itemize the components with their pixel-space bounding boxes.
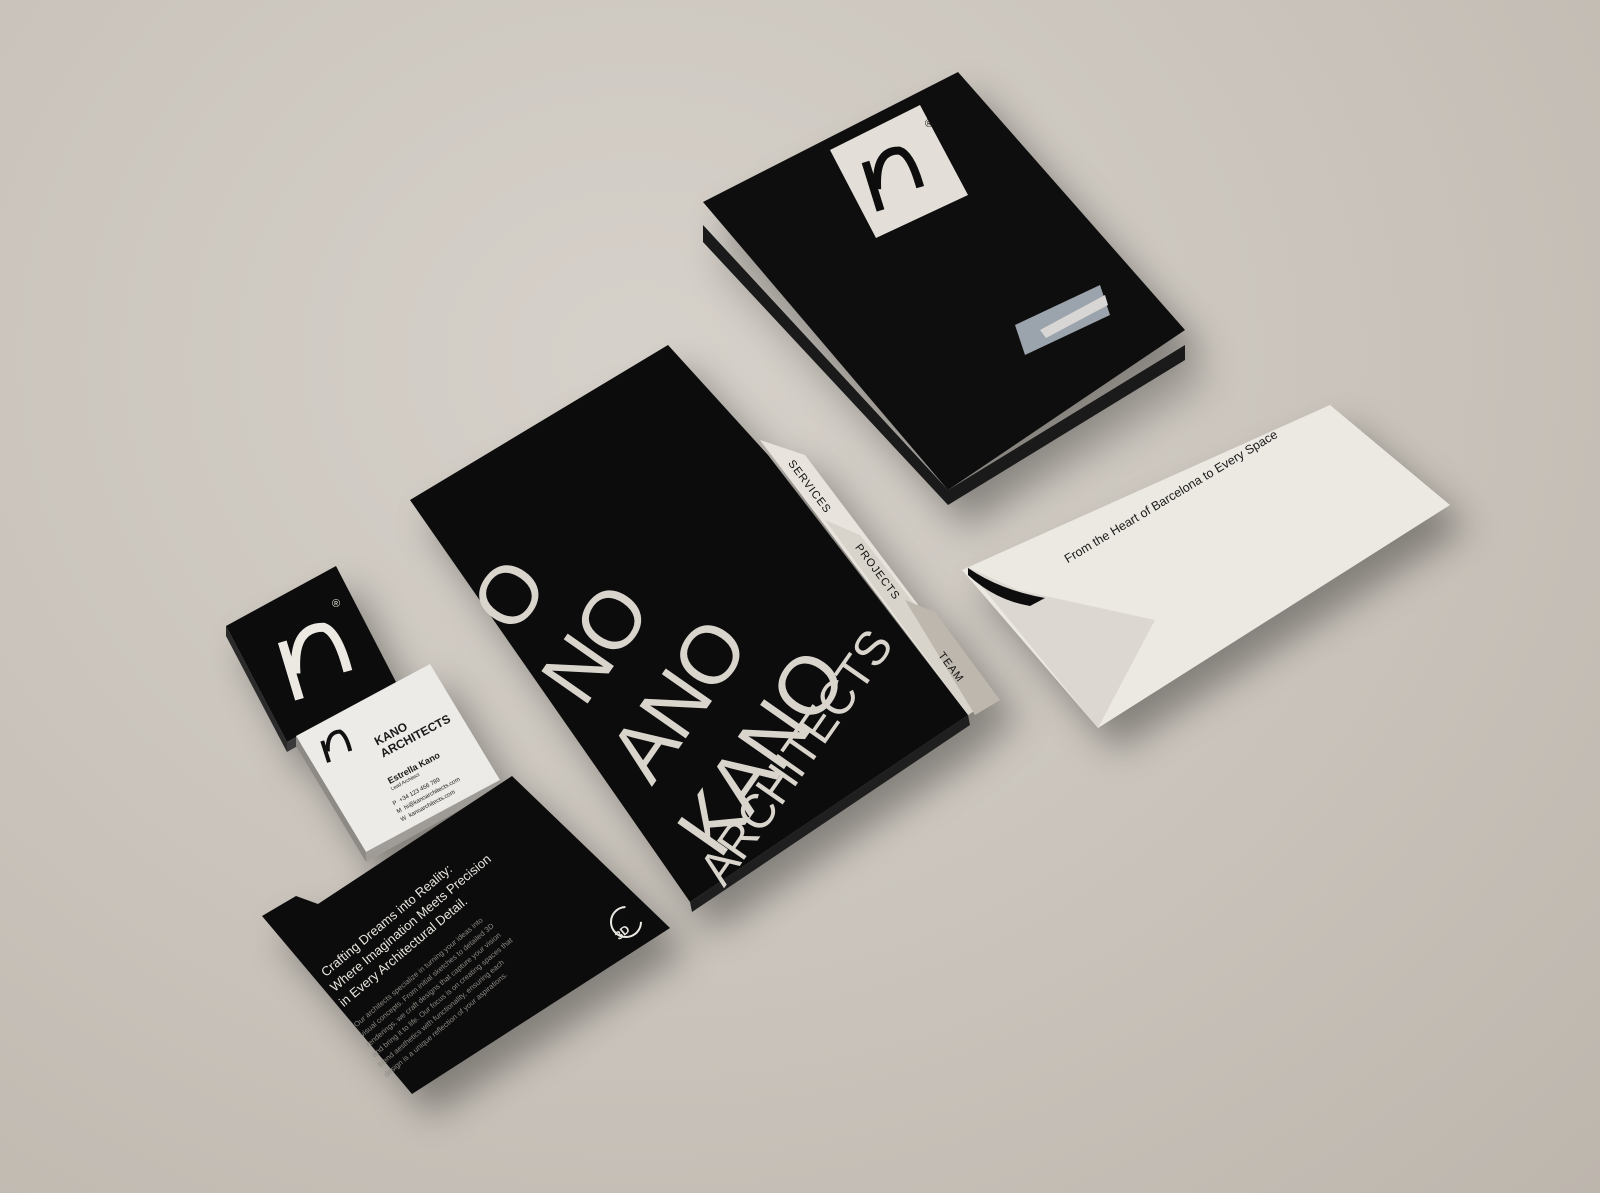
brochure [0,0,1600,1193]
brochure-body-5: blend aesthetics with functionality, ens… [376,957,506,1069]
envelope-tagline: From the Heart of Barcelona to Every Spa… [1062,427,1281,567]
card-logo-icon [262,612,362,702]
tab-team[interactable]: TEAM [935,650,965,685]
white-card-logo-icon [312,724,356,768]
tab-projects[interactable]: PROJECTS [852,542,902,602]
card-stacks [0,0,1600,1193]
folder [0,0,1600,1193]
box-logo-icon [852,135,932,215]
envelope [0,0,1600,1193]
box-logo-registered: ® [925,118,934,130]
tab-services[interactable]: SERVICES [785,458,833,516]
folder-line-1: O [453,544,564,648]
card-registered: ® [332,598,341,610]
presentation-box [0,0,1600,1193]
